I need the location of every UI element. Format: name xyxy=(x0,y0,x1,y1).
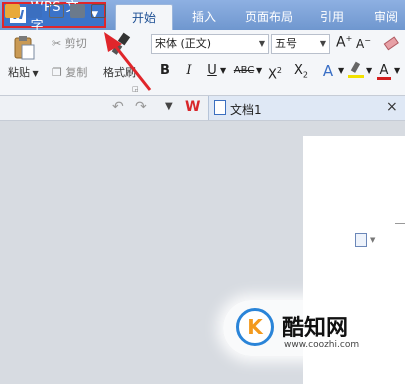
annotation-arrow xyxy=(104,32,152,91)
